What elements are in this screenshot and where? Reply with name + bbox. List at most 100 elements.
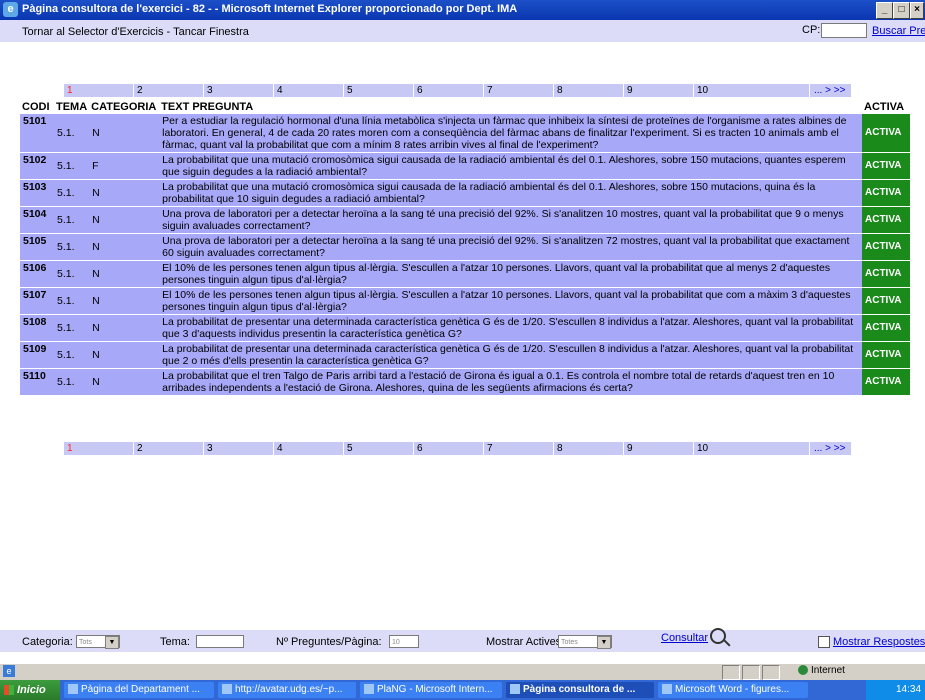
tancar-finestra-link[interactable]: Tancar Finestra	[173, 26, 249, 38]
page-link[interactable]: 9	[624, 442, 693, 455]
window-title: Pàgina consultora de l'exercici - 82 - -…	[22, 3, 518, 15]
text-pregunta-cell: La probabilitat que una mutació cromosòm…	[159, 153, 862, 179]
mostrar-actives-select[interactable]: Totes ▼	[558, 635, 612, 649]
table-row: 5110 5.1. N La probabilitat que el tren Tal…	[20, 369, 910, 395]
tema-cell: 5.1.	[54, 369, 90, 395]
tema-input[interactable]	[196, 635, 244, 648]
page-link[interactable]: 2	[134, 84, 203, 97]
pager-more-link[interactable]: ... > >>	[810, 84, 851, 97]
ie-icon	[222, 684, 232, 695]
tema-cell: 5.1.	[54, 114, 90, 152]
page-link[interactable]: 7	[484, 442, 553, 455]
categoria-cell: N	[89, 342, 160, 368]
cp-label: CP:	[802, 24, 821, 36]
task-label: PlaNG - Microsoft Intern...	[377, 684, 493, 695]
col-categoria: CATEGORIA	[91, 100, 157, 113]
categoria-cell: N	[89, 180, 160, 206]
codi-cell: 5107	[20, 288, 54, 314]
codi-cell: 5105	[20, 234, 54, 260]
page-link[interactable]: 5	[344, 84, 413, 97]
page-link[interactable]: 9	[624, 84, 693, 97]
page-link[interactable]: 10	[694, 84, 809, 97]
chevron-down-icon: ▼	[105, 636, 119, 649]
pager-more-link[interactable]: ... > >>	[810, 442, 851, 455]
activa-badge[interactable]: ACTIVA	[862, 153, 910, 179]
globe-icon	[798, 665, 808, 676]
page-link[interactable]: 1	[64, 84, 133, 97]
mostrar-actives-label: Mostrar Actives:	[486, 636, 565, 648]
task-label: Pàgina consultora de ...	[523, 684, 636, 695]
taskbar: Inicio Pàgina del Departament ... http:/…	[0, 680, 925, 700]
activa-badge[interactable]: ACTIVA	[862, 315, 910, 341]
text-pregunta-cell: La probabilitat de presentar una determi…	[159, 342, 862, 368]
text-pregunta-cell: La probabilitat que una mutació cromosòm…	[159, 180, 862, 206]
taskbar-item[interactable]: Microsoft Word - figures...	[658, 682, 808, 698]
ie-page-icon: e	[3, 665, 15, 677]
tornar-selector-link[interactable]: Tornar al Selector d'Exercicis	[22, 26, 164, 38]
activa-badge[interactable]: ACTIVA	[862, 369, 910, 395]
activa-badge[interactable]: ACTIVA	[862, 114, 910, 152]
magnifier-icon[interactable]	[710, 628, 726, 644]
status-cell	[722, 665, 740, 680]
codi-cell: 5106	[20, 261, 54, 287]
page-link[interactable]: 2	[134, 442, 203, 455]
activa-badge[interactable]: ACTIVA	[862, 288, 910, 314]
system-tray: 14:34	[866, 680, 925, 700]
categoria-select[interactable]: Tots ▼	[76, 635, 120, 649]
table-header-row: CODI TEMA CATEGORIA TEXT PREGUNTA ACTIVA	[20, 100, 910, 113]
table-row: 5102 5.1. F La probabilitat que una mutació…	[20, 153, 910, 179]
cp-input[interactable]	[821, 23, 867, 38]
buscar-pregunta-link[interactable]: Buscar Pregunta	[872, 25, 925, 37]
categoria-value: Tots	[79, 639, 92, 646]
start-button[interactable]: Inicio	[0, 680, 60, 700]
tema-cell: 5.1.	[54, 180, 90, 206]
activa-badge[interactable]: ACTIVA	[862, 207, 910, 233]
window-titlebar: e Pàgina consultora de l'exercici - 82 -…	[0, 0, 925, 20]
page-link[interactable]: 3	[204, 84, 273, 97]
codi-cell: 5104	[20, 207, 54, 233]
mostrar-respostes-link[interactable]: Mostrar Respostes	[833, 636, 925, 648]
maximize-button[interactable]: □	[893, 2, 910, 19]
activa-badge[interactable]: ACTIVA	[862, 342, 910, 368]
npreguntes-label: Nº Preguntes/Pàgina:	[276, 636, 382, 648]
ie-icon	[510, 684, 520, 695]
page-link[interactable]: 5	[344, 442, 413, 455]
table-row: 5103 5.1. N La probabilitat que una mutació…	[20, 180, 910, 206]
page-link[interactable]: 4	[274, 84, 343, 97]
text-pregunta-cell: La probabilitat que el tren Talgo de Par…	[159, 369, 862, 395]
clock: 14:34	[896, 684, 922, 695]
taskbar-item[interactable]: http://avatar.udg.es/~p...	[218, 682, 356, 698]
page-link[interactable]: 6	[414, 442, 483, 455]
taskbar-item-active[interactable]: Pàgina consultora de ...	[506, 682, 654, 698]
categoria-label: Categoria:	[22, 636, 73, 648]
page-link[interactable]: 8	[554, 442, 623, 455]
taskbar-item[interactable]: Pàgina del Departament ...	[64, 682, 214, 698]
status-cell	[742, 665, 760, 680]
activa-badge[interactable]: ACTIVA	[862, 180, 910, 206]
codi-cell: 5103	[20, 180, 54, 206]
ie-icon	[364, 684, 374, 695]
app-icon	[68, 684, 78, 695]
table-row: 5107 5.1. N El 10% de les persones tenen al…	[20, 288, 910, 314]
close-button[interactable]: ×	[910, 2, 924, 19]
page-link[interactable]: 6	[414, 84, 483, 97]
npreguntes-input[interactable]: 10	[389, 635, 419, 648]
activa-badge[interactable]: ACTIVA	[862, 234, 910, 260]
page-link[interactable]: 7	[484, 84, 553, 97]
page-link[interactable]: 3	[204, 442, 273, 455]
consultar-link[interactable]: Consultar	[661, 632, 708, 644]
activa-badge[interactable]: ACTIVA	[862, 261, 910, 287]
table-row: 5108 5.1. N La probabilitat de presentar un…	[20, 315, 910, 341]
table-row: 5104 5.1. N Una prova de laboratori per a d…	[20, 207, 910, 233]
page-link[interactable]: 8	[554, 84, 623, 97]
mostrar-respostes-checkbox[interactable]	[818, 636, 830, 648]
page-link[interactable]: 1	[64, 442, 133, 455]
taskbar-item[interactable]: PlaNG - Microsoft Intern...	[360, 682, 502, 698]
page-link[interactable]: 10	[694, 442, 809, 455]
text-pregunta-cell: El 10% de les persones tenen algun tipus…	[159, 261, 862, 287]
minimize-button[interactable]: _	[876, 2, 893, 19]
categoria-cell: F	[89, 153, 160, 179]
actives-value: Totes	[561, 639, 578, 646]
page-link[interactable]: 4	[274, 442, 343, 455]
codi-cell: 5102	[20, 153, 54, 179]
